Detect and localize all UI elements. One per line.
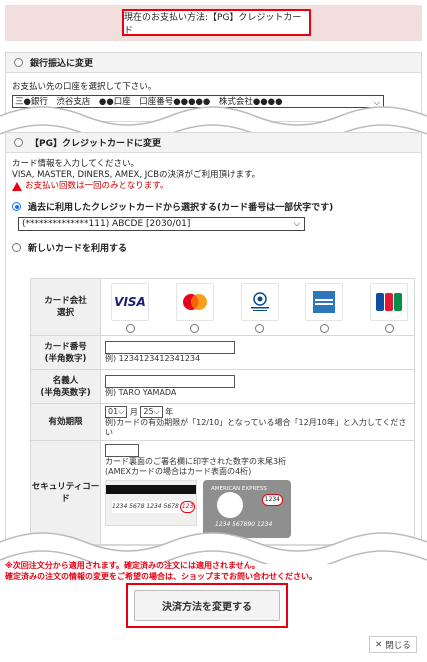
credit-card-title: 【PG】クレジットカードに変更: [30, 139, 161, 149]
holder-example: 例) TARO YAMADA: [105, 388, 177, 397]
card-number-label: カード番号 (半角数字): [30, 335, 101, 370]
cvc-label: セキュリティコー ド: [30, 440, 101, 545]
card-back-number: 1234 5678 1234 5678: [112, 503, 179, 510]
bank-transfer-title: 銀行振込に変更: [30, 59, 94, 69]
new-card-option[interactable]: 新しいカードを利用する: [6, 241, 421, 254]
chevron-down-icon: ⌵: [293, 219, 300, 228]
card-number-input[interactable]: [105, 341, 235, 354]
jcb-logo: [370, 283, 408, 321]
cvc-note1: カード裏面のご署名欄に印字された数字の末尾3桁: [105, 457, 287, 466]
bank-instruction: お支払い先の口座を選択して下さい。: [12, 82, 157, 92]
installment-warning: お支払い回数は一回のみとなります。: [25, 181, 169, 191]
brand-visa-radio[interactable]: [125, 324, 135, 333]
brand-visa[interactable]: VISA: [111, 283, 149, 333]
credit-card-radio[interactable]: [14, 138, 23, 147]
brand-label: カード会社 選択: [30, 278, 101, 336]
torn-edge-divider: [0, 532, 427, 564]
brand-amex-radio[interactable]: [319, 324, 329, 333]
cvc-example-code: 123: [179, 501, 196, 513]
brand-diners[interactable]: [240, 283, 279, 333]
card-number-example: 例) 1234123412341234: [105, 354, 201, 363]
expiry-month-select[interactable]: 01⌵: [105, 406, 128, 418]
diners-logo: [240, 283, 279, 321]
cvc-note2: (AMEXカードの場合はカード表面の4桁): [105, 467, 252, 476]
brand-jcb[interactable]: [370, 283, 408, 333]
note-line2: 確定済みの注文の情報の変更をご希望の場合は、ショップまでお問い合わせください。: [5, 572, 317, 581]
visa-logo-text: VISA: [114, 295, 146, 309]
holder-label: 名義人 (半角英数字): [30, 369, 101, 404]
card-brand-list: VISA: [101, 279, 414, 335]
past-card-value: (**************111) ABCDE [2030/01]: [22, 219, 191, 229]
expiry-year-unit: 年: [165, 407, 174, 417]
card-info-line1: カード情報を入力してください。: [12, 159, 139, 169]
amex-example-number: 1234 567890 1234: [215, 521, 273, 528]
past-card-radio[interactable]: [12, 202, 21, 211]
card-back-example: 1234 5678 1234 5678 123: [105, 480, 197, 526]
close-label: 閉じる: [385, 640, 411, 651]
visa-logo: VISA: [111, 283, 149, 321]
holder-name-input[interactable]: [105, 375, 235, 388]
warning-icon: [12, 182, 22, 191]
notes: ※次回注文分から適用されます。確定済みの注文には適用されません。 確定済みの注文…: [5, 560, 317, 582]
past-card-option[interactable]: 過去に利用したクレジットカードから選択する(カード番号は一部伏字です): [6, 200, 421, 213]
brand-mastercard[interactable]: [175, 283, 214, 333]
new-card-radio[interactable]: [12, 243, 21, 252]
amex-logo: [305, 283, 344, 321]
amex-example-brand: AMERICAN EXPRESS: [211, 486, 267, 492]
brand-amex[interactable]: [305, 283, 344, 333]
new-card-form: カード会社 選択 VISA カード番号 (半角数字) 例) 1234123412…: [30, 278, 415, 545]
mastercard-logo: [175, 283, 214, 321]
brand-diners-radio[interactable]: [255, 324, 264, 333]
bank-transfer-option[interactable]: 銀行振込に変更: [6, 53, 421, 73]
past-card-option-label: 過去に利用したクレジットカードから選択する(カード番号は一部伏字です): [28, 203, 334, 213]
card-info-line2: VISA, MASTER, DINERS, AMEX, JCBの決済がご利用頂け…: [12, 170, 261, 180]
credit-card-option[interactable]: 【PG】クレジットカードに変更: [6, 133, 421, 153]
current-method-label: 現在のお支払い方法:【PG】クレジットカード: [122, 9, 311, 36]
past-card-select[interactable]: (**************111) ABCDE [2030/01] ⌵: [18, 217, 305, 231]
close-button[interactable]: ✕ 閉じる: [369, 636, 417, 653]
change-payment-button[interactable]: 決済方法を変更する: [134, 590, 280, 621]
close-icon: ✕: [375, 639, 383, 650]
expiry-year-select[interactable]: 25⌵: [140, 406, 163, 418]
note-line1: ※次回注文分から適用されます。確定済みの注文には適用されません。: [5, 561, 260, 570]
expiry-month-unit: 月: [129, 407, 138, 417]
brand-mastercard-radio[interactable]: [190, 324, 200, 333]
new-card-option-label: 新しいカードを利用する: [28, 244, 128, 254]
bank-transfer-radio[interactable]: [14, 58, 23, 67]
expiry-example: 例)カードの有効期限が「12/10」となっている場合「12月10年」と入力してく…: [105, 418, 407, 437]
cvc-input[interactable]: [105, 444, 139, 457]
brand-jcb-radio[interactable]: [384, 324, 394, 333]
current-method-banner: 現在のお支払い方法:【PG】クレジットカード: [5, 5, 422, 41]
expiry-label: 有効期限: [30, 403, 101, 441]
amex-example-code: 1234: [261, 494, 283, 506]
